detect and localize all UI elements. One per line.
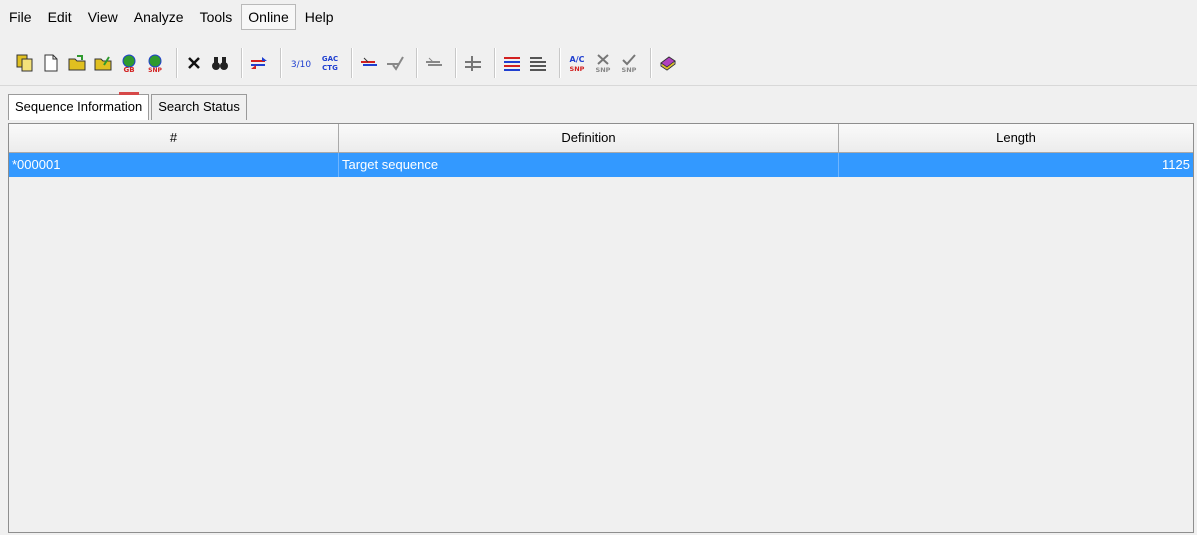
svg-text:SNP: SNP (622, 66, 637, 73)
tab-sequence-information[interactable]: Sequence Information (8, 92, 150, 120)
menu-view[interactable]: View (81, 4, 125, 30)
toolbar-separator (559, 47, 560, 78)
menu-help[interactable]: Help (298, 4, 341, 30)
ratio-button[interactable]: 3/10 (287, 50, 315, 76)
svg-text:A/C: A/C (570, 55, 585, 64)
svg-text:3/10: 3/10 (291, 60, 311, 70)
import-button[interactable] (92, 50, 114, 76)
delete-button[interactable] (183, 50, 205, 76)
copy-icon (16, 54, 33, 71)
delete-x-icon (188, 56, 200, 69)
ratio-icon: 3/10 (291, 60, 311, 70)
svg-text:GAC: GAC (322, 55, 338, 63)
svg-text:SNP: SNP (570, 65, 585, 73)
svg-text:SNP: SNP (596, 66, 611, 73)
snp-check-icon: SNP (622, 53, 637, 73)
open-button[interactable] (66, 50, 88, 76)
gac-ctg-button[interactable]: GAC CTG (319, 50, 341, 76)
menu-tools[interactable]: Tools (193, 4, 240, 30)
column-header-number[interactable]: # (9, 124, 339, 152)
column-header-length[interactable]: Length (839, 124, 1193, 152)
toolbar-separator (351, 47, 352, 78)
menu-analyze[interactable]: Analyze (127, 4, 191, 30)
toolbar-separator (494, 47, 495, 78)
toolbar-separator (650, 47, 651, 78)
svg-text:GB: GB (123, 66, 134, 73)
book-icon (660, 55, 676, 71)
find-button[interactable] (209, 50, 231, 76)
globe-snp-icon: SNP (148, 54, 162, 73)
ac-snp-icon: A/C SNP (570, 55, 585, 73)
open-folder-icon (68, 54, 86, 70)
primer-arrows-icon (361, 57, 377, 66)
text-view-button[interactable] (527, 50, 549, 76)
primer-button[interactable] (358, 50, 380, 76)
align-arrows-icon (251, 56, 267, 69)
snp-x-icon: SNP (596, 53, 611, 73)
gray-lines-icon (530, 56, 546, 71)
new-button[interactable] (40, 50, 62, 76)
snp-check-button[interactable]: SNP (618, 50, 640, 76)
cell-length: 1125 (1162, 157, 1190, 172)
menu-bar: File Edit View Analyze Tools Online Help (0, 0, 1197, 34)
primer-gray-button[interactable] (423, 50, 445, 76)
copy-button[interactable] (14, 50, 36, 76)
align-button[interactable] (248, 50, 270, 76)
import-folder-icon (94, 55, 112, 70)
sequence-view-button[interactable] (501, 50, 523, 76)
svg-text:SNP: SNP (148, 67, 162, 73)
sequence-table: # Definition Length *000001 Target seque… (8, 123, 1194, 533)
table-header: # Definition Length (9, 124, 1193, 153)
column-header-definition[interactable]: Definition (339, 124, 839, 152)
tab-search-status[interactable]: Search Status (151, 94, 247, 120)
colored-lines-icon (504, 56, 520, 71)
probe-icon (465, 55, 481, 71)
toolbar-separator (280, 47, 281, 78)
genbank-button[interactable]: GB (118, 50, 140, 76)
tab-strip: Sequence Information Search Status (8, 92, 249, 120)
cell-number: *000001 (9, 153, 339, 177)
help-book-button[interactable] (657, 50, 679, 76)
gac-ctg-icon: GAC CTG (322, 55, 338, 72)
binoculars-icon (212, 56, 228, 70)
globe-genbank-icon: GB (122, 54, 136, 73)
menu-file[interactable]: File (2, 4, 39, 30)
toolbar-separator (455, 47, 456, 78)
primer-check-button[interactable] (384, 50, 406, 76)
snp-remove-button[interactable]: SNP (592, 50, 614, 76)
table-row[interactable]: *000001 Target sequence 1125 (9, 153, 1193, 177)
menu-edit[interactable]: Edit (41, 4, 79, 30)
cell-definition: Target sequence (339, 153, 839, 177)
toolbar-separator (416, 47, 417, 78)
probe-button[interactable] (462, 50, 484, 76)
toolbar-separator (176, 47, 177, 78)
snp-db-button[interactable]: SNP (144, 50, 166, 76)
primer-gray-icon (426, 57, 442, 66)
menu-online[interactable]: Online (241, 4, 296, 30)
toolbar-separator (241, 47, 242, 78)
ac-snp-button[interactable]: A/C SNP (566, 50, 588, 76)
svg-text:CTG: CTG (322, 64, 338, 72)
primer-check-icon (387, 55, 404, 71)
new-document-icon (44, 54, 58, 71)
toolbar: GB SNP 3/10 GAC CTG A/C SNP SNP SNP (0, 40, 1197, 86)
